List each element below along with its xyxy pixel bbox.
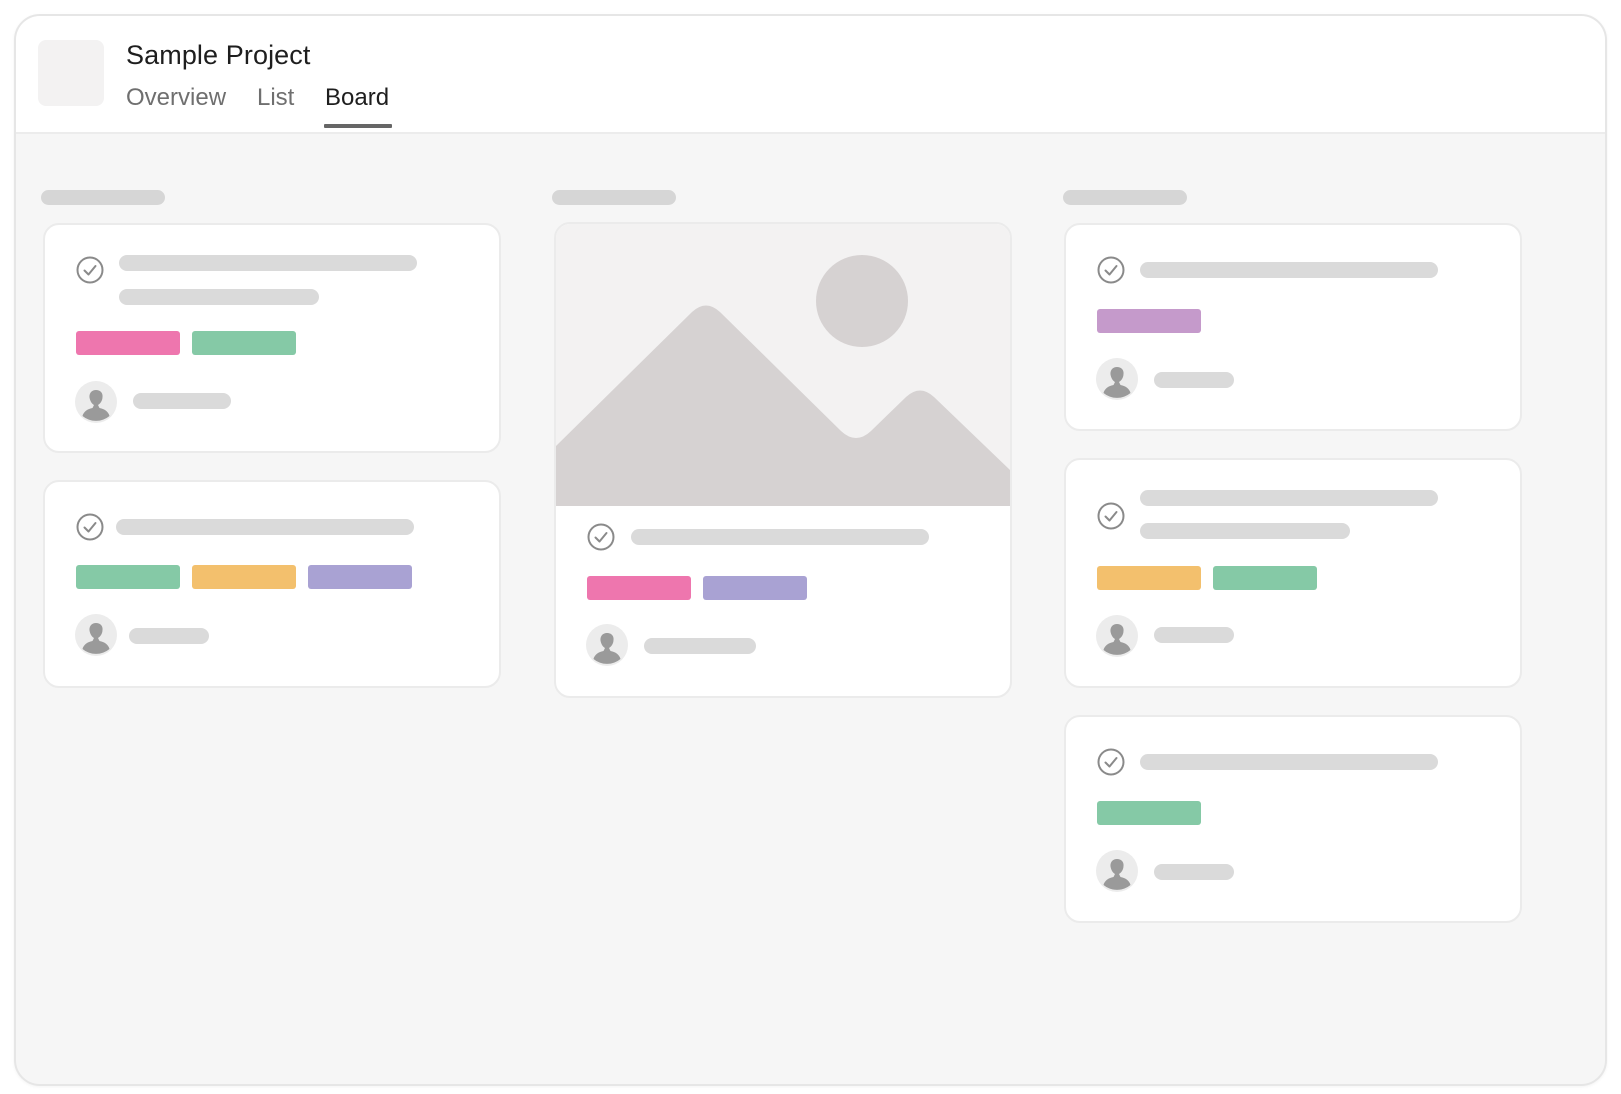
project-placeholder-icon[interactable] <box>38 40 104 106</box>
task-card[interactable] <box>1064 458 1522 688</box>
tag-green <box>1097 801 1201 825</box>
complete-check-icon[interactable] <box>1096 255 1126 285</box>
tag-yellow <box>1097 566 1201 590</box>
active-tab-indicator <box>324 124 392 128</box>
task-card[interactable] <box>43 480 501 688</box>
tag-purple <box>703 576 807 600</box>
column-3-header <box>1063 190 1187 205</box>
tab-board[interactable]: Board <box>325 84 389 112</box>
assignee-avatar-icon[interactable] <box>1096 850 1138 892</box>
tag-purple <box>308 565 412 589</box>
task-card[interactable] <box>1064 715 1522 923</box>
task-title-skeleton <box>1140 490 1438 506</box>
task-subtitle-skeleton <box>1140 523 1350 539</box>
task-title-skeleton <box>1140 262 1438 278</box>
complete-check-icon[interactable] <box>1096 747 1126 777</box>
assignee-name-skeleton <box>1154 372 1234 388</box>
tab-overview[interactable]: Overview <box>126 84 226 112</box>
column-1-header <box>41 190 165 205</box>
task-title-skeleton <box>116 519 414 535</box>
assignee-name-skeleton <box>1154 864 1234 880</box>
project-header: Sample Project Overview List Board <box>16 16 1605 134</box>
assignee-avatar-icon[interactable] <box>75 381 117 423</box>
project-title: Sample Project <box>126 40 311 70</box>
image-placeholder-icon <box>556 255 1010 506</box>
column-2-header <box>552 190 676 205</box>
tag-lilac <box>1097 309 1201 333</box>
assignee-avatar-icon[interactable] <box>75 614 117 656</box>
assignee-name-skeleton <box>133 393 231 409</box>
tab-list[interactable]: List <box>257 84 294 112</box>
tag-green <box>192 331 296 355</box>
tag-yellow <box>192 565 296 589</box>
task-card-with-image[interactable] <box>554 222 1012 698</box>
complete-check-icon[interactable] <box>75 512 105 542</box>
assignee-name-skeleton <box>644 638 756 654</box>
assignee-name-skeleton <box>1154 627 1234 643</box>
assignee-avatar-icon[interactable] <box>586 624 628 666</box>
complete-check-icon[interactable] <box>1096 501 1126 531</box>
assignee-avatar-icon[interactable] <box>1096 358 1138 400</box>
tag-pink <box>587 576 691 600</box>
task-title-skeleton <box>119 255 417 271</box>
tag-green <box>76 565 180 589</box>
assignee-avatar-icon[interactable] <box>1096 615 1138 657</box>
tag-pink <box>76 331 180 355</box>
task-title-skeleton <box>1140 754 1438 770</box>
assignee-name-skeleton <box>129 628 209 644</box>
task-card[interactable] <box>1064 223 1522 431</box>
task-card[interactable] <box>43 223 501 453</box>
complete-check-icon[interactable] <box>75 255 105 285</box>
complete-check-icon[interactable] <box>586 522 616 552</box>
task-title-skeleton <box>631 529 929 545</box>
cover-image <box>556 224 1010 506</box>
task-subtitle-skeleton <box>119 289 319 305</box>
tag-green <box>1213 566 1317 590</box>
project-window: Sample Project Overview List Board <box>14 14 1607 1086</box>
